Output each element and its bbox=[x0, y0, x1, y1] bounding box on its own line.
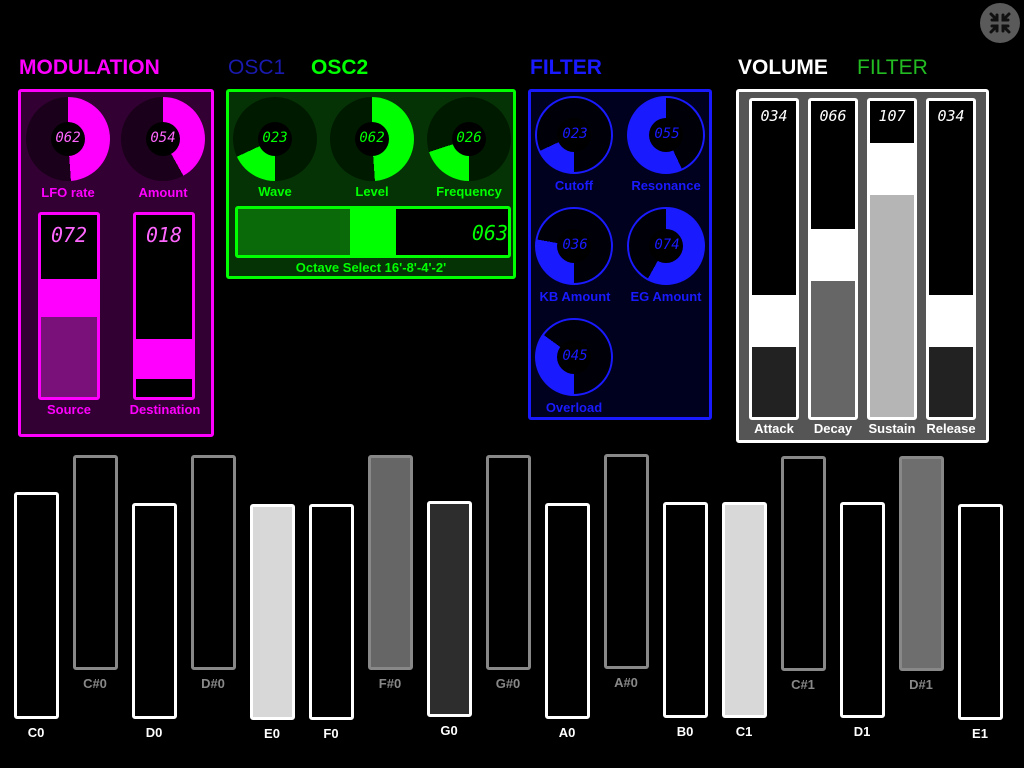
piano-key-b0[interactable] bbox=[663, 502, 708, 718]
lfo-rate-knob[interactable]: 062 bbox=[26, 97, 110, 181]
modulation-panel: 062 LFO rate 054 Amount 072 Source 018 D… bbox=[18, 89, 214, 437]
lfo-rate-label: LFO rate bbox=[41, 185, 95, 200]
attack-value: 034 bbox=[760, 107, 788, 125]
piano-key-d-sharp-1[interactable] bbox=[899, 456, 944, 671]
key-label-d-sharp-0: D#0 bbox=[201, 676, 225, 691]
eg-amount-value: 074 bbox=[654, 237, 680, 253]
piano-key-c-sharp-1[interactable] bbox=[781, 456, 826, 671]
overload-knob[interactable]: 045 bbox=[535, 318, 613, 396]
destination-label: Destination bbox=[129, 402, 201, 417]
decay-label: Decay bbox=[813, 421, 853, 436]
osc2-panel: 023 Wave 062 Level 026 Frequency 063 Oct… bbox=[226, 89, 516, 279]
attack-slider[interactable]: 034 bbox=[749, 98, 799, 420]
key-label-c0: C0 bbox=[27, 725, 45, 740]
octave-value: 063 bbox=[471, 221, 508, 245]
source-value: 072 bbox=[50, 223, 88, 247]
piano-key-g-sharp-0[interactable] bbox=[486, 455, 531, 670]
amount-label: Amount bbox=[138, 185, 188, 200]
cutoff-knob[interactable]: 023 bbox=[535, 96, 613, 174]
piano-key-c-sharp-0[interactable] bbox=[73, 455, 118, 670]
piano-key-c1[interactable] bbox=[722, 502, 767, 718]
key-label-c1: C1 bbox=[735, 724, 753, 739]
frequency-knob[interactable]: 026 bbox=[427, 97, 511, 181]
wave-knob[interactable]: 023 bbox=[233, 97, 317, 181]
collapse-arrows-icon bbox=[989, 12, 1011, 34]
amount-value: 054 bbox=[150, 130, 176, 146]
key-label-a-sharp-0: A#0 bbox=[614, 675, 638, 690]
overload-label: Overload bbox=[545, 400, 603, 415]
piano-key-f0[interactable] bbox=[309, 504, 354, 720]
sustain-value: 107 bbox=[878, 107, 906, 125]
key-label-b0: B0 bbox=[676, 724, 694, 739]
lfo-rate-value: 062 bbox=[55, 130, 81, 146]
key-label-c-sharp-0: C#0 bbox=[83, 676, 107, 691]
piano-key-e0[interactable] bbox=[250, 504, 295, 720]
source-label: Source bbox=[46, 402, 92, 417]
level-label: Level bbox=[355, 184, 389, 199]
volume-tab[interactable]: VOLUME bbox=[738, 56, 828, 80]
kb-amount-knob[interactable]: 036 bbox=[535, 207, 613, 285]
key-label-g0: G0 bbox=[440, 723, 458, 738]
key-label-f-sharp-0: F#0 bbox=[378, 676, 402, 691]
eg-amount-label: EG Amount bbox=[630, 289, 702, 304]
attack-label: Attack bbox=[754, 421, 794, 436]
eg-amount-knob[interactable]: 074 bbox=[627, 207, 705, 285]
key-label-g-sharp-0: G#0 bbox=[495, 676, 521, 691]
level-knob[interactable]: 062 bbox=[330, 97, 414, 181]
overload-value: 045 bbox=[562, 348, 588, 364]
destination-slider[interactable]: 018 bbox=[133, 212, 195, 400]
key-label-e1: E1 bbox=[972, 726, 988, 741]
amount-knob[interactable]: 054 bbox=[121, 97, 205, 181]
cutoff-label: Cutoff bbox=[554, 178, 594, 193]
decay-value: 066 bbox=[819, 107, 847, 125]
frequency-value: 026 bbox=[456, 130, 482, 146]
sustain-label: Sustain bbox=[868, 421, 916, 436]
level-value: 062 bbox=[359, 130, 385, 146]
filter-panel: 023 Cutoff 055 Resonance 036 KB Amount 0… bbox=[528, 89, 712, 420]
release-value: 034 bbox=[937, 107, 965, 125]
key-label-c-sharp-1: C#1 bbox=[791, 677, 815, 692]
destination-value: 018 bbox=[145, 223, 183, 247]
kb-amount-label: KB Amount bbox=[539, 289, 611, 304]
frequency-label: Frequency bbox=[436, 184, 502, 199]
kb-amount-value: 036 bbox=[562, 237, 588, 253]
key-label-a0: A0 bbox=[558, 725, 576, 740]
key-label-d1: D1 bbox=[853, 724, 871, 739]
osc2-tab[interactable]: OSC2 bbox=[311, 56, 368, 80]
resonance-value: 055 bbox=[654, 126, 680, 142]
filter-envelope-tab[interactable]: FILTER bbox=[857, 56, 928, 80]
piano-key-f-sharp-0[interactable] bbox=[368, 455, 413, 670]
piano-key-d0[interactable] bbox=[132, 503, 177, 719]
modulation-header: MODULATION bbox=[19, 56, 160, 79]
decay-slider[interactable]: 066 bbox=[808, 98, 858, 420]
release-label: Release bbox=[926, 421, 976, 436]
resonance-label: Resonance bbox=[631, 178, 701, 193]
resonance-knob[interactable]: 055 bbox=[627, 96, 705, 174]
piano-key-a0[interactable] bbox=[545, 503, 590, 719]
piano-key-e1[interactable] bbox=[958, 504, 1003, 720]
piano-key-c0[interactable] bbox=[14, 492, 59, 719]
cutoff-value: 023 bbox=[562, 126, 588, 142]
key-label-f0: F0 bbox=[323, 726, 339, 741]
wave-value: 023 bbox=[262, 130, 288, 146]
piano-key-d1[interactable] bbox=[840, 502, 885, 718]
octave-select-label: Octave Select 16'-8'-4'-2' bbox=[295, 260, 447, 275]
key-label-e0: E0 bbox=[264, 726, 280, 741]
source-slider[interactable]: 072 bbox=[38, 212, 100, 400]
octave-select-slider[interactable]: 063 bbox=[235, 206, 511, 258]
sustain-slider[interactable]: 107 bbox=[867, 98, 917, 420]
volume-panel: 034 Attack 066 Decay 107 Sustain 034 Rel… bbox=[736, 89, 989, 443]
filter-header: FILTER bbox=[530, 56, 602, 79]
piano-key-a-sharp-0[interactable] bbox=[604, 454, 649, 669]
key-label-d-sharp-1: D#1 bbox=[909, 677, 933, 692]
piano-key-d-sharp-0[interactable] bbox=[191, 455, 236, 670]
wave-label: Wave bbox=[258, 184, 292, 199]
collapse-button[interactable] bbox=[980, 3, 1020, 43]
osc1-tab[interactable]: OSC1 bbox=[228, 56, 285, 80]
key-label-d0: D0 bbox=[145, 725, 163, 740]
piano-key-g0[interactable] bbox=[427, 501, 472, 717]
release-slider[interactable]: 034 bbox=[926, 98, 976, 420]
